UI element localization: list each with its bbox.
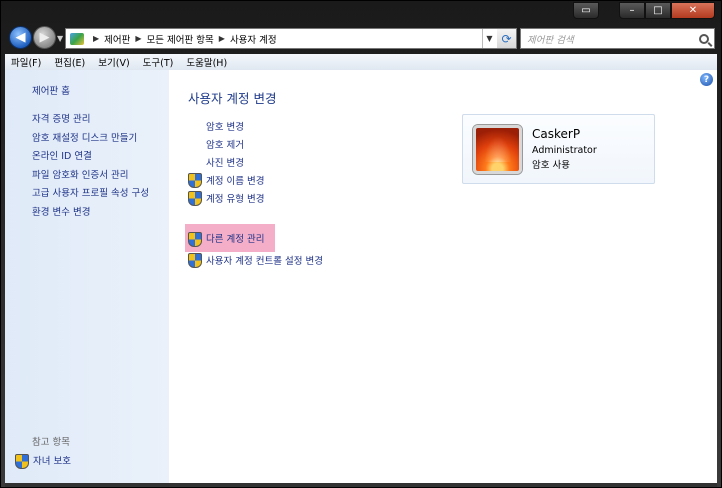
address-bar[interactable]: ▶ 제어판 ▶ 모든 제어판 항목 ▶ 사용자 계정 ▼	[65, 28, 517, 49]
sidebar-item-parental-controls[interactable]: 자녀 보호	[15, 453, 71, 469]
user-name: CaskerP	[532, 127, 581, 141]
task-label[interactable]: 사진 변경	[206, 155, 244, 169]
menu-tools[interactable]: 도구(T)	[143, 55, 174, 69]
user-account-card: CaskerP Administrator 암호 사용	[462, 114, 655, 184]
sidebar-item-advanced-profile[interactable]: 고급 사용자 프로필 속성 구성	[32, 185, 149, 199]
navigation-bar: ◀ ▶ ▼ ▶ 제어판 ▶ 모든 제어판 항목 ▶ 사용자 계정 ▼ ⟳ 제어판…	[1, 25, 722, 53]
sidebar-links: 자격 증명 관리 암호 재설정 디스크 만들기 온라인 ID 연결 파일 암호화…	[32, 111, 149, 222]
task-label[interactable]: 다른 계정 관리	[206, 231, 264, 245]
caption-buttons: ▭ – □ ✕	[573, 2, 715, 19]
task-change-picture[interactable]: 사진 변경	[188, 155, 264, 169]
user-role: Administrator	[532, 145, 597, 156]
sidebar-item-environment-variables[interactable]: 환경 변수 변경	[32, 204, 149, 218]
control-panel-icon	[70, 32, 84, 45]
parental-controls-label[interactable]: 자녀 보호	[33, 453, 71, 467]
control-panel-window: ▭ – □ ✕ ◀ ▶ ▼ ▶ 제어판 ▶ 모든 제어판 항목 ▶ 사용자 계정…	[0, 0, 722, 488]
task-group-secondary: 다른 계정 관리 사용자 계정 컨트롤 설정 변경	[185, 224, 323, 268]
window-bottom-border	[5, 483, 717, 487]
task-label[interactable]: 암호 변경	[206, 119, 244, 133]
shield-icon	[188, 253, 202, 268]
page-title: 사용자 계정 변경	[188, 91, 277, 106]
shield-icon	[188, 231, 202, 247]
task-label[interactable]: 계정 유형 변경	[206, 191, 264, 205]
sidebar-item-password-reset-disk[interactable]: 암호 재설정 디스크 만들기	[32, 130, 149, 144]
search-placeholder[interactable]: 제어판 검색	[527, 32, 574, 46]
task-list: 암호 변경 암호 제거 사진 변경 계정 이름 변경 계정 유형 변경	[188, 119, 264, 209]
see-also-heading: 참고 항목	[32, 437, 70, 448]
task-remove-password[interactable]: 암호 제거	[188, 137, 264, 151]
breadcrumb-control-panel[interactable]: 제어판	[104, 32, 130, 46]
shield-icon	[188, 173, 202, 188]
sidebar-control-panel-home[interactable]: 제어판 홈	[32, 83, 70, 97]
search-icon[interactable]	[699, 33, 709, 44]
breadcrumb-all-items[interactable]: 모든 제어판 항목	[147, 32, 214, 46]
maximize-button[interactable]: □	[645, 2, 671, 19]
task-change-account-type[interactable]: 계정 유형 변경	[188, 191, 264, 206]
content-area: 제어판 홈 자격 증명 관리 암호 재설정 디스크 만들기 온라인 ID 연결 …	[5, 70, 717, 483]
avatar	[473, 125, 522, 174]
task-manage-other-accounts[interactable]: 다른 계정 관리	[185, 224, 275, 252]
menu-help[interactable]: 도움말(H)	[186, 55, 227, 69]
breadcrumb-user-accounts[interactable]: 사용자 계정	[230, 32, 277, 46]
chevron-right-icon[interactable]: ▶	[135, 34, 141, 43]
password-status: 암호 사용	[532, 160, 570, 171]
shield-icon	[188, 191, 202, 206]
menu-view[interactable]: 보기(V)	[98, 55, 129, 69]
task-change-password[interactable]: 암호 변경	[188, 119, 264, 133]
sidebar-item-credential-manager[interactable]: 자격 증명 관리	[32, 111, 149, 125]
task-change-account-name[interactable]: 계정 이름 변경	[188, 173, 264, 188]
address-dropdown[interactable]: ▼	[482, 29, 496, 48]
menu-file[interactable]: 파일(F)	[11, 55, 41, 69]
help-icon[interactable]: ?	[700, 73, 713, 86]
refresh-button[interactable]: ⟳	[497, 28, 517, 49]
forward-button[interactable]: ▶	[33, 26, 56, 49]
task-label[interactable]: 사용자 계정 컨트롤 설정 변경	[206, 253, 323, 267]
shield-icon	[15, 453, 29, 469]
chevron-right-icon[interactable]: ▶	[93, 34, 99, 43]
window-switch-button[interactable]: ▭	[573, 2, 599, 19]
back-button[interactable]: ◀	[9, 26, 32, 49]
task-label[interactable]: 계정 이름 변경	[206, 173, 264, 187]
chevron-right-icon[interactable]: ▶	[219, 34, 225, 43]
search-box[interactable]: 제어판 검색	[520, 28, 715, 49]
sidebar-item-link-online-id[interactable]: 온라인 ID 연결	[32, 148, 149, 162]
close-button[interactable]: ✕	[671, 2, 715, 19]
menu-bar: 파일(F) 편집(E) 보기(V) 도구(T) 도움말(H)	[5, 54, 717, 70]
sidebar-item-file-encryption-certs[interactable]: 파일 암호화 인증서 관리	[32, 167, 149, 181]
recent-pages-dropdown[interactable]: ▼	[57, 34, 63, 43]
sidebar: 제어판 홈 자격 증명 관리 암호 재설정 디스크 만들기 온라인 ID 연결 …	[5, 70, 169, 483]
task-label[interactable]: 암호 제거	[206, 137, 244, 151]
minimize-button[interactable]: –	[619, 2, 645, 19]
task-uac-settings[interactable]: 사용자 계정 컨트롤 설정 변경	[185, 253, 323, 268]
menu-edit[interactable]: 편집(E)	[54, 55, 85, 69]
